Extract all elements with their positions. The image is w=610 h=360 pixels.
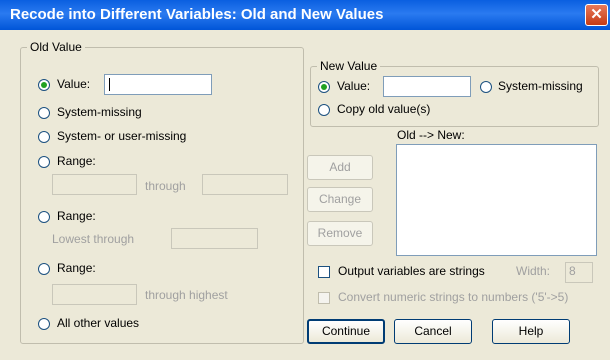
system-missing-radio[interactable]	[38, 107, 50, 119]
new-value-radio[interactable]	[318, 81, 330, 93]
through-highest-input[interactable]	[52, 284, 137, 305]
help-button[interactable]: Help	[492, 319, 570, 344]
add-button[interactable]: Add	[307, 155, 373, 180]
range-from-input[interactable]	[52, 174, 137, 195]
range-lowest-radio[interactable]	[38, 211, 50, 223]
old-value-radio[interactable]	[38, 79, 50, 91]
new-system-missing-label: System-missing	[498, 79, 583, 93]
range-radio[interactable]	[38, 156, 50, 168]
new-value-label: Value:	[337, 79, 371, 93]
old-value-input[interactable]	[104, 74, 212, 95]
continue-button[interactable]: Continue	[307, 319, 385, 344]
window-title: Recode into Different Variables: Old and…	[10, 6, 384, 23]
copy-old-value-radio[interactable]	[318, 104, 330, 116]
output-strings-label: Output variables are strings	[338, 264, 485, 278]
system-missing-label: System-missing	[57, 105, 142, 119]
remove-button[interactable]: Remove	[307, 221, 373, 246]
old-value-label: Value:	[57, 77, 91, 91]
output-strings-checkbox[interactable]	[318, 266, 330, 278]
width-input[interactable]: 8	[565, 262, 593, 283]
system-or-user-missing-label: System- or user-missing	[57, 129, 187, 143]
range-highest-label: Range:	[57, 261, 96, 275]
range-through-label: through	[145, 179, 186, 193]
width-label: Width:	[516, 264, 551, 278]
through-highest-label: through highest	[145, 288, 228, 302]
new-value-legend: New Value	[317, 59, 381, 73]
range-to-input[interactable]	[202, 174, 288, 195]
cancel-button[interactable]: Cancel	[394, 319, 472, 344]
change-button[interactable]: Change	[307, 187, 373, 212]
title-bar[interactable]: Recode into Different Variables: Old and…	[0, 0, 610, 30]
range-lowest-label: Range:	[57, 209, 96, 223]
range-highest-radio[interactable]	[38, 263, 50, 275]
all-other-values-radio[interactable]	[38, 318, 50, 330]
new-system-missing-radio[interactable]	[480, 81, 492, 93]
old-new-label: Old --> New:	[397, 128, 465, 142]
copy-old-value-label: Copy old value(s)	[337, 102, 431, 116]
close-icon[interactable]: ✕	[585, 4, 608, 26]
lowest-through-label: Lowest through	[52, 232, 135, 246]
convert-numeric-label: Convert numeric strings to numbers ('5'-…	[338, 290, 569, 304]
convert-numeric-checkbox[interactable]	[318, 292, 330, 304]
lowest-through-input[interactable]	[171, 228, 258, 249]
old-new-list[interactable]	[396, 144, 597, 256]
all-other-values-label: All other values	[57, 316, 140, 330]
old-value-legend: Old Value	[27, 40, 85, 54]
system-or-user-missing-radio[interactable]	[38, 131, 50, 143]
text-caret	[109, 78, 110, 91]
range-label: Range:	[57, 154, 96, 168]
recode-dialog: Recode into Different Variables: Old and…	[0, 0, 610, 360]
new-value-input[interactable]	[383, 76, 471, 97]
